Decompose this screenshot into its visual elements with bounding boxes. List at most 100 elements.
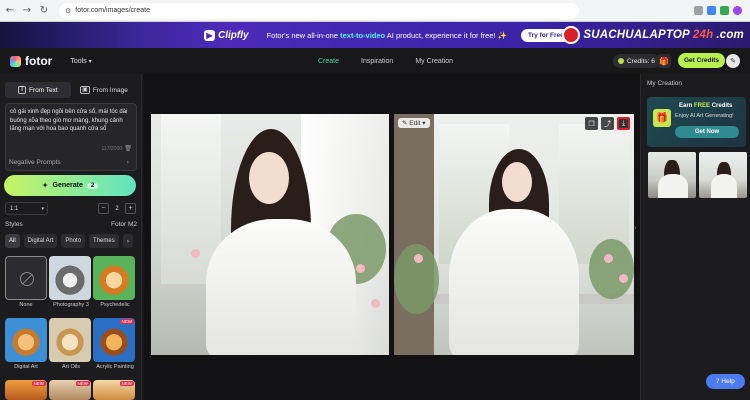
my-creation-title: My Creation [647,80,683,87]
create-panel: T From Text ▣ From Image cô gái xinh đẹp… [0,74,142,400]
earn-credits-subtitle: Enjoy AI Art Generating! [675,113,734,119]
style-digital-art-label: Digital Art [14,364,38,370]
banner-message: Fotor's new all-in-one text-to-video AI … [267,31,507,40]
edit-icon: ✎ [402,120,408,127]
promo-banner[interactable]: ▶ Clipfly Fotor's new all-in-one text-to… [0,22,750,48]
generated-image-1[interactable] [151,114,389,355]
fotor-logo[interactable]: fotor [10,54,52,68]
tab-from-text-label: From Text [28,86,58,94]
image-count-stepper: − 2 + [98,202,136,215]
url-text: fotor.com/images/create [75,7,150,14]
chevron-right-icon[interactable]: › [634,224,637,232]
style-photography-3[interactable] [49,256,91,300]
get-credits-button[interactable]: Get Credits [678,53,726,68]
clipfly-brand: Clipfly [218,29,249,41]
watermark: SUACHUALAPTOP 24h .com [562,26,744,44]
chevron-right-icon: › [126,159,129,166]
style-psychedelic[interactable] [93,256,135,300]
negative-prompts-toggle[interactable]: Negative Prompts › [5,156,137,169]
face [502,162,532,202]
help-label: Help [721,378,735,385]
gift-icon[interactable]: 🎁 [657,54,671,68]
chip-photo[interactable]: Photo [61,234,86,248]
trash-icon[interactable]: 🗑 [124,145,132,152]
style-thumbnail[interactable]: NEW [93,380,135,400]
site-info-icon[interactable]: ⚙ [65,7,71,15]
watermark-text-c: .com [716,29,744,41]
window-frame [394,114,434,355]
image-icon: ▣ [80,86,90,94]
tab-from-image[interactable]: ▣ From Image [71,82,137,98]
credits-badge[interactable]: Credits: 6 [613,54,660,68]
my-creation-panel: My Creation 🎁 Earn FREE Credits Enjoy AI… [640,74,750,400]
address-bar[interactable]: ⚙ fotor.com/images/create [59,2,579,19]
no-style-icon [20,272,34,286]
styles-header: Styles Fotor M2 [5,221,137,228]
back-icon[interactable]: ← [3,5,17,16]
user-avatar[interactable]: ✎ [726,54,740,68]
chip-themes[interactable]: Themes [89,234,119,248]
extension-icon[interactable] [720,6,729,15]
watermark-logo-icon [562,26,581,44]
translate-icon[interactable] [694,6,703,15]
clipfly-logo-icon: ▶ [204,29,215,41]
aspect-ratio-select[interactable]: 1:1 ▾ [5,202,48,215]
profile-icon[interactable] [733,6,742,15]
style-thumbnail[interactable]: NEW [5,380,47,400]
style-category-chips: All Digital Art Photo Themes › [5,234,137,248]
chip-all[interactable]: All [5,234,20,248]
style-thumbnail[interactable]: NEW [49,380,91,400]
dress [206,219,356,355]
share-icon[interactable]: ⤴ [601,117,614,130]
flower [356,264,365,273]
earn-credits-card: 🎁 Earn FREE Credits Enjoy AI Art Generat… [647,97,746,147]
dress [711,174,737,198]
tools-menu[interactable]: Tools ▾ [70,58,91,65]
bookmark-icon[interactable]: ❐ [585,117,598,130]
tab-my-creation[interactable]: My Creation [415,58,453,65]
reload-icon[interactable]: ↻ [37,5,51,16]
creation-thumbnail-2[interactable] [699,152,747,198]
face [249,152,289,204]
image-toolbar: ❐ ⤴ ⤓ [585,117,630,130]
style-none-label: None [19,302,33,308]
chevron-down-icon: ▾ [88,57,92,65]
decrement-button[interactable]: − [98,203,109,214]
edit-button[interactable]: ✎ Edit ▾ [398,118,430,128]
generate-cost: 2 [86,182,99,189]
extension-icon[interactable] [707,6,716,15]
flower [619,274,628,283]
earn-text-b: Credits [710,103,733,109]
chevron-right-icon[interactable]: › [122,234,134,248]
style-acrylic-painting-label: Acrylic Painting [96,364,134,370]
increment-button[interactable]: + [125,203,136,214]
help-button[interactable]: ? Help [706,374,745,389]
earn-text-free: FREE [694,103,711,109]
flower [371,299,380,308]
chip-digital-art[interactable]: Digital Art [23,234,58,248]
download-icon[interactable]: ⤓ [617,117,630,130]
creation-thumbnail-1[interactable] [648,152,696,198]
gift-icon: 🎁 [653,109,671,127]
chevron-down-icon: ▾ [41,205,44,212]
style-none[interactable] [5,256,47,300]
banner-text-highlight: text-to-video [340,30,386,40]
main-nav: Create Inspiration My Creation [318,48,453,74]
tab-create[interactable]: Create [318,58,339,65]
tab-from-text[interactable]: T From Text [5,82,71,98]
banner-text-pre: Fotor's new all-in-one [266,30,341,40]
foliage [589,239,634,299]
generate-button[interactable]: ✦ Generate 2 [4,175,136,196]
style-digital-art[interactable] [5,318,47,362]
style-art-oils[interactable] [49,318,91,362]
get-now-button[interactable]: Get Now [675,126,739,138]
watermark-text-a: SUACHUALAPTOP [583,29,690,41]
generated-image-2[interactable]: ✎ Edit ▾ ❐ ⤴ ⤓ [394,114,634,355]
edit-label: Edit [409,120,421,127]
tab-inspiration[interactable]: Inspiration [361,58,393,65]
forward-icon[interactable]: → [20,5,34,16]
model-select[interactable]: Fotor M2 [111,221,137,228]
style-acrylic-painting[interactable]: NEW [93,318,135,362]
mode-tabs: T From Text ▣ From Image [5,82,137,98]
earn-text-a: Earn [679,103,695,109]
